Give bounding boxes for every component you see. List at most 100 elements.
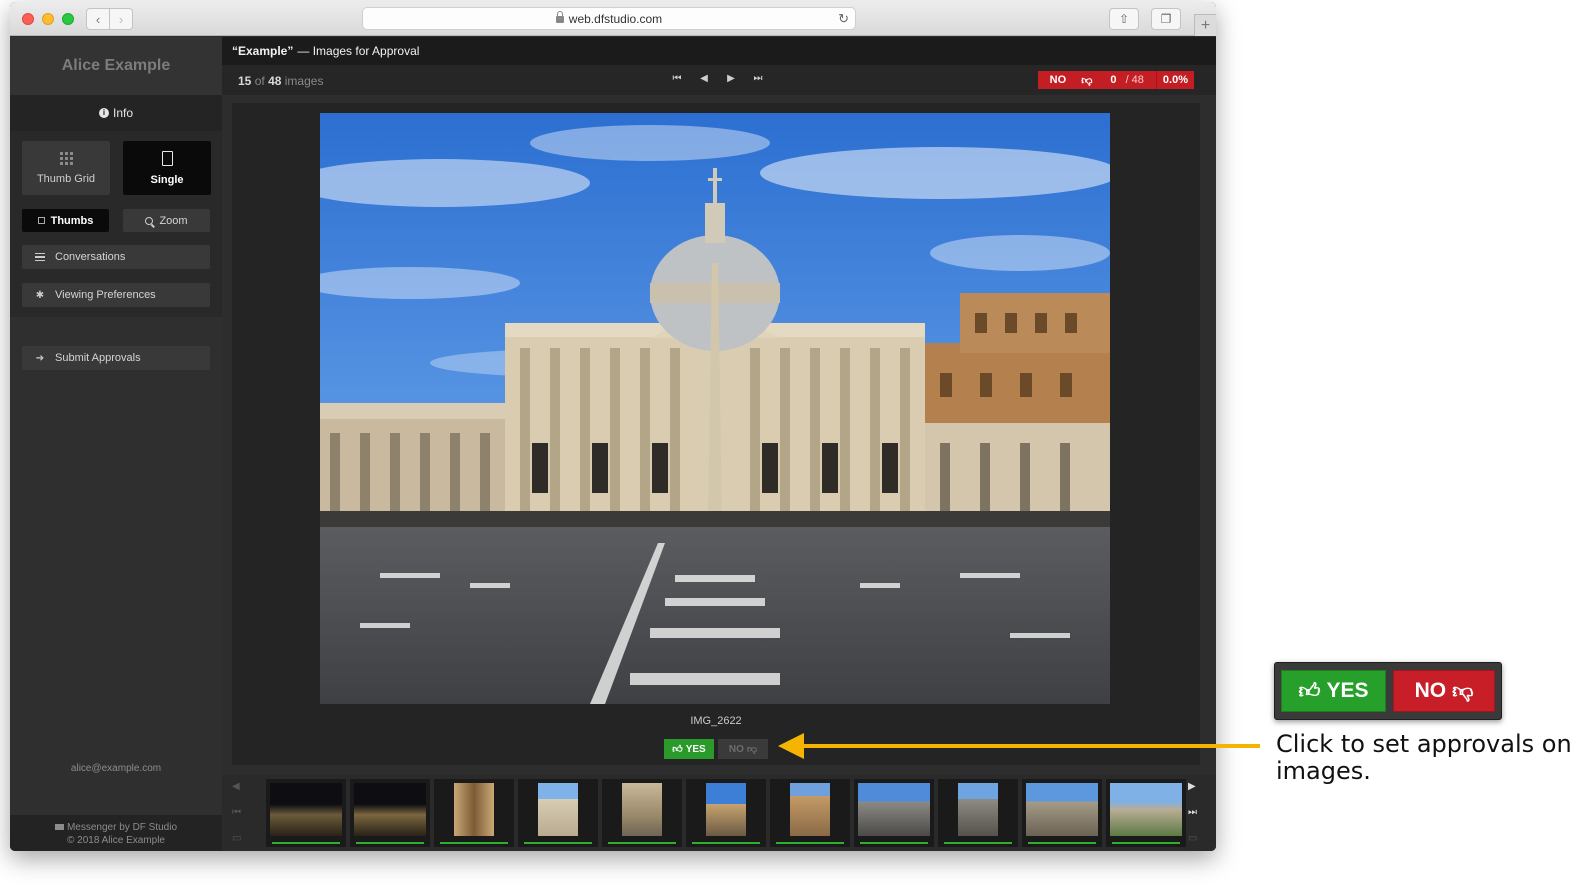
- thumbs-up-icon: 👍︎: [672, 744, 683, 755]
- submit-approvals-button[interactable]: ➔ Submit Approvals: [22, 346, 210, 370]
- thumbnail[interactable]: [938, 779, 1018, 847]
- reload-icon[interactable]: ↻: [838, 11, 849, 27]
- pager: ⏮ ◀ ▶ ⏭: [672, 73, 763, 84]
- next-image-icon[interactable]: ▶: [726, 73, 736, 84]
- thumbnail-image: [270, 783, 342, 836]
- navigation-bar: 15 of 48 images ⏮ ◀ ▶ ⏭ NO 👎︎ 0 / 48 0.0…: [222, 65, 1216, 95]
- browser-back-button[interactable]: ‹: [86, 8, 110, 30]
- viewing-preferences-label: Viewing Preferences: [55, 289, 156, 301]
- thumbnail[interactable]: [518, 779, 598, 847]
- filmstrip-first-icon[interactable]: ⏮: [232, 807, 241, 818]
- address-bar[interactable]: web.dfstudio.com ↻: [362, 7, 856, 30]
- thumbnail-image: [706, 783, 746, 836]
- envelope-icon: [54, 824, 64, 830]
- last-image-icon[interactable]: ⏭: [753, 73, 763, 84]
- thumbs-toggle-button[interactable]: Thumbs: [22, 209, 109, 232]
- counter-unit: images: [284, 74, 324, 88]
- first-image-icon[interactable]: ⏮: [672, 73, 682, 84]
- grid-icon: [59, 151, 73, 165]
- thumb-grid-view-button[interactable]: Thumb Grid: [22, 141, 110, 195]
- thumbnail[interactable]: [770, 779, 850, 847]
- thumbs-label: Thumbs: [50, 214, 94, 227]
- filmstrip-last-icon[interactable]: ⏭: [1188, 807, 1197, 818]
- total-count: 48: [268, 74, 282, 88]
- single-view-button[interactable]: Single: [123, 141, 211, 195]
- thumbnail-image: [354, 783, 426, 836]
- user-email[interactable]: alice@example.com: [10, 763, 222, 774]
- thumbnail-image: [622, 783, 662, 836]
- thumbs-down-icon: 👎︎: [746, 744, 758, 755]
- thumbnail[interactable]: [1106, 779, 1186, 847]
- thumbnail-image: [858, 783, 930, 836]
- callout-no-button: NO 👎︎: [1393, 670, 1495, 712]
- approval-buttons: 👍︎ YES NO 👎︎: [664, 739, 768, 759]
- share-button[interactable]: ⇧: [1109, 8, 1139, 30]
- approval-indicator: [440, 842, 508, 844]
- no-label: NO: [728, 743, 744, 755]
- filmstrip-prev-icon[interactable]: ◀: [232, 781, 240, 792]
- approval-indicator: [1028, 842, 1096, 844]
- approval-indicator: [776, 842, 844, 844]
- new-tab-button[interactable]: +: [1194, 14, 1216, 36]
- close-window-button[interactable]: [22, 13, 34, 25]
- approval-indicator: [608, 842, 676, 844]
- thumb-grid-label: Thumb Grid: [36, 172, 96, 185]
- tally-percent: 0.0%: [1155, 71, 1194, 89]
- thumbnail[interactable]: [266, 779, 346, 847]
- main-area: “Example” — Images for Approval 15 of 48…: [222, 37, 1216, 851]
- current-index: 15: [238, 74, 252, 88]
- thumbnail-image: [454, 783, 494, 836]
- info-label: Info: [112, 106, 133, 120]
- yes-button[interactable]: 👍︎ YES: [664, 739, 714, 759]
- view-options-panel: Thumb Grid Single Thumbs Zoom Conversati…: [10, 131, 222, 317]
- previous-image-icon[interactable]: ◀: [699, 73, 709, 84]
- viewing-preferences-button[interactable]: ✱ Viewing Preferences: [22, 283, 210, 307]
- filmstrip-collapse-icon[interactable]: ▭: [232, 833, 241, 844]
- browser-toolbar: ‹ › web.dfstudio.com ↻ ⇧ ❐ +: [10, 2, 1216, 36]
- thumbnail[interactable]: [854, 779, 934, 847]
- list-icon: [35, 252, 45, 262]
- page-title-text: — Images for Approval: [297, 44, 420, 58]
- counter-of: of: [254, 74, 265, 88]
- footer-brand[interactable]: DF Studio: [133, 822, 177, 833]
- thumbnail[interactable]: [1022, 779, 1102, 847]
- conversations-button[interactable]: Conversations: [22, 245, 210, 269]
- tally-total: / 48: [1125, 74, 1144, 86]
- zoom-window-button[interactable]: [62, 13, 74, 25]
- tabs-overview-button[interactable]: ❐: [1151, 8, 1181, 30]
- thumbnail-image: [538, 783, 578, 836]
- approval-indicator: [356, 842, 424, 844]
- filmstrip-next-icon[interactable]: ▶: [1188, 781, 1196, 792]
- yes-label: YES: [685, 743, 706, 755]
- minimize-window-button[interactable]: [42, 13, 54, 25]
- callout-text: Click to set approvals on images.: [1276, 730, 1572, 785]
- tally-no: NO 👎︎: [1038, 71, 1105, 89]
- filmstrip-expand-icon[interactable]: ▭: [1188, 833, 1197, 844]
- single-label: Single: [150, 173, 184, 186]
- filmstrip: ◀ ⏮ ▭ ▶ ⏭ ▭: [222, 775, 1216, 851]
- browser-window: ‹ › web.dfstudio.com ↻ ⇧ ❐ + Alice Examp…: [10, 2, 1216, 851]
- main-image[interactable]: [320, 113, 1110, 704]
- thumbnail[interactable]: [434, 779, 514, 847]
- single-page-icon: [161, 150, 173, 166]
- tabs-icon: ❐: [1160, 12, 1172, 26]
- callout-yes-button: 👍︎ YES: [1281, 670, 1386, 712]
- thumbnail[interactable]: [686, 779, 766, 847]
- callout-approval-buttons: 👍︎ YES NO 👎︎: [1274, 662, 1502, 720]
- chevron-left-icon: ‹: [95, 11, 101, 27]
- image-filename: IMG_2622: [690, 715, 742, 727]
- browser-forward-button[interactable]: ›: [109, 8, 133, 30]
- gallery-name: “Example”: [232, 44, 294, 58]
- basilica-photo: [320, 113, 1110, 704]
- no-button[interactable]: NO 👎︎: [718, 739, 768, 759]
- thumbs-down-icon: 👎︎: [1452, 680, 1474, 703]
- zoom-button[interactable]: Zoom: [123, 209, 210, 232]
- thumbs-down-icon: 👎︎: [1081, 74, 1093, 87]
- account-name: Alice Example: [10, 37, 222, 95]
- info-button[interactable]: i Info: [10, 95, 222, 131]
- thumbnail[interactable]: [350, 779, 430, 847]
- thumbs-icon: [37, 217, 45, 224]
- arrow-right-icon: ➔: [35, 352, 45, 364]
- sidebar: Alice Example i Info Thumb Grid Single T…: [10, 37, 222, 851]
- thumbnail[interactable]: [602, 779, 682, 847]
